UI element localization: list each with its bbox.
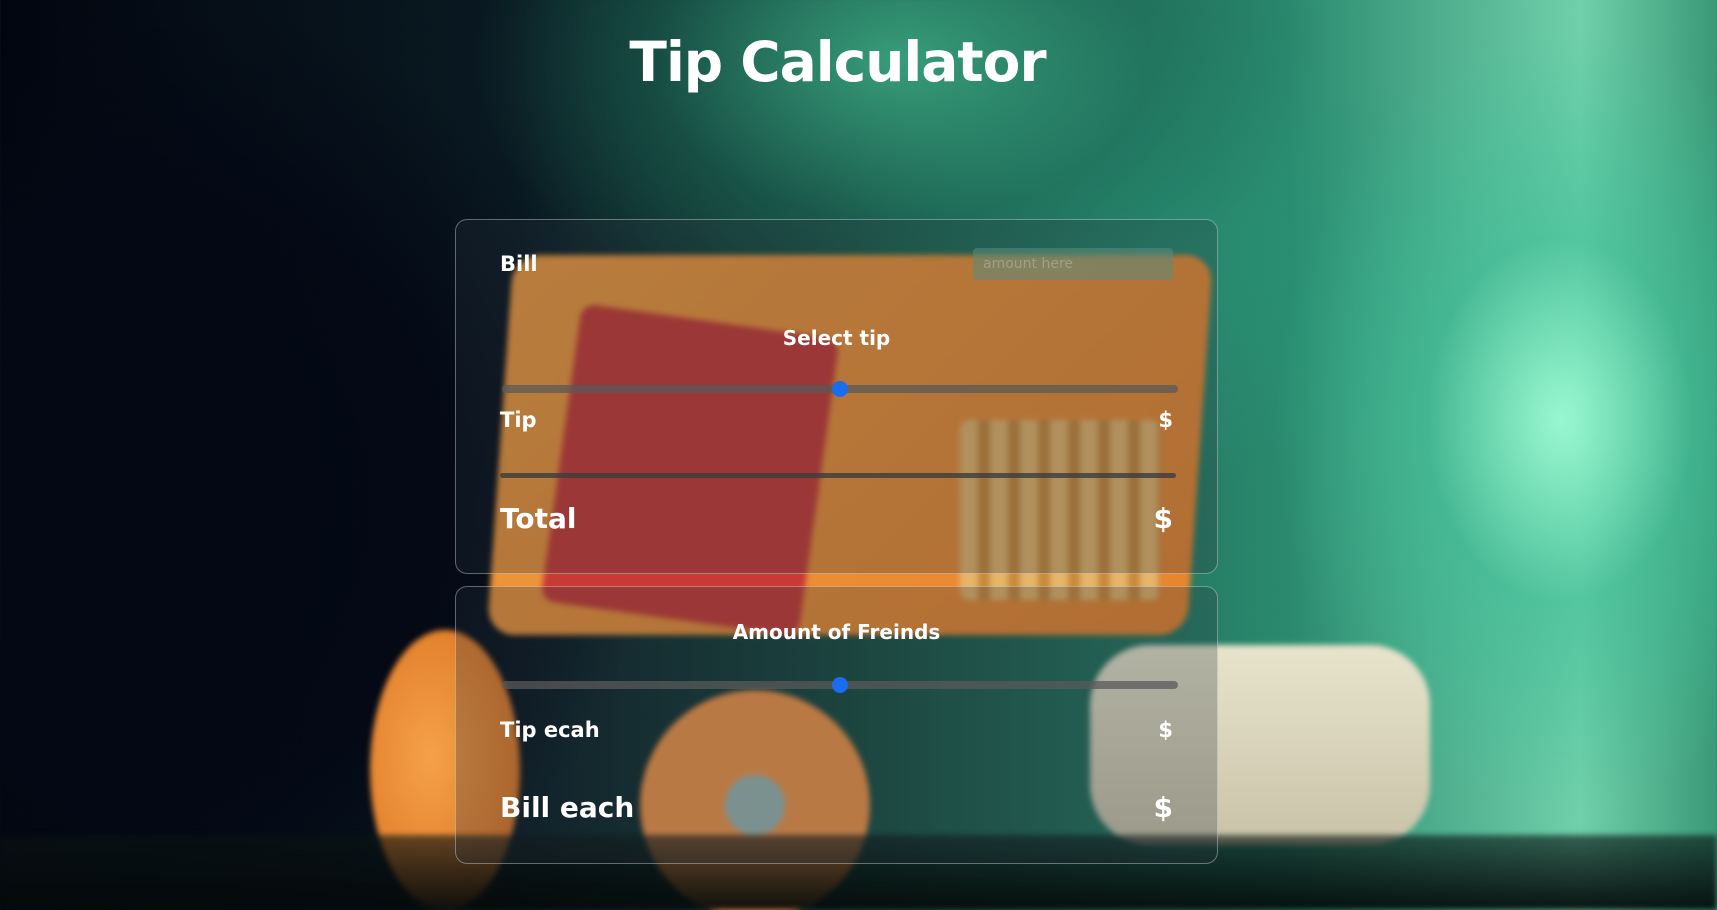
page-title: Tip Calculator — [629, 30, 1046, 94]
bill-row: Bill — [500, 248, 1173, 280]
bill-card: Bill Select tip Tip $ Total $ — [455, 219, 1218, 574]
bill-label: Bill — [500, 252, 538, 276]
friends-label: Amount of Freinds — [732, 620, 941, 644]
select-tip-label: Select tip — [782, 326, 891, 350]
divider — [500, 473, 1176, 478]
total-value: $ — [1153, 502, 1173, 535]
tip-slider-thumb[interactable] — [832, 381, 848, 397]
tip-slider[interactable] — [502, 381, 1178, 397]
total-row: Total $ — [500, 502, 1173, 535]
tip-each-row: Tip ecah $ — [500, 718, 1173, 742]
friends-card: Amount of Freinds Tip ecah $ Bill each $ — [455, 586, 1218, 864]
tip-label: Tip — [500, 408, 537, 432]
bill-input[interactable] — [973, 248, 1173, 280]
bill-each-row: Bill each $ — [500, 791, 1173, 824]
tip-row: Tip $ — [500, 406, 1173, 434]
friends-slider[interactable] — [502, 677, 1178, 693]
bill-each-label: Bill each — [500, 791, 635, 824]
tip-each-value: $ — [1158, 718, 1173, 742]
friends-slider-thumb[interactable] — [832, 677, 848, 693]
tip-value: $ — [1158, 408, 1173, 432]
tip-each-label: Tip ecah — [500, 718, 600, 742]
total-label: Total — [500, 502, 577, 535]
bill-each-value: $ — [1153, 791, 1173, 824]
